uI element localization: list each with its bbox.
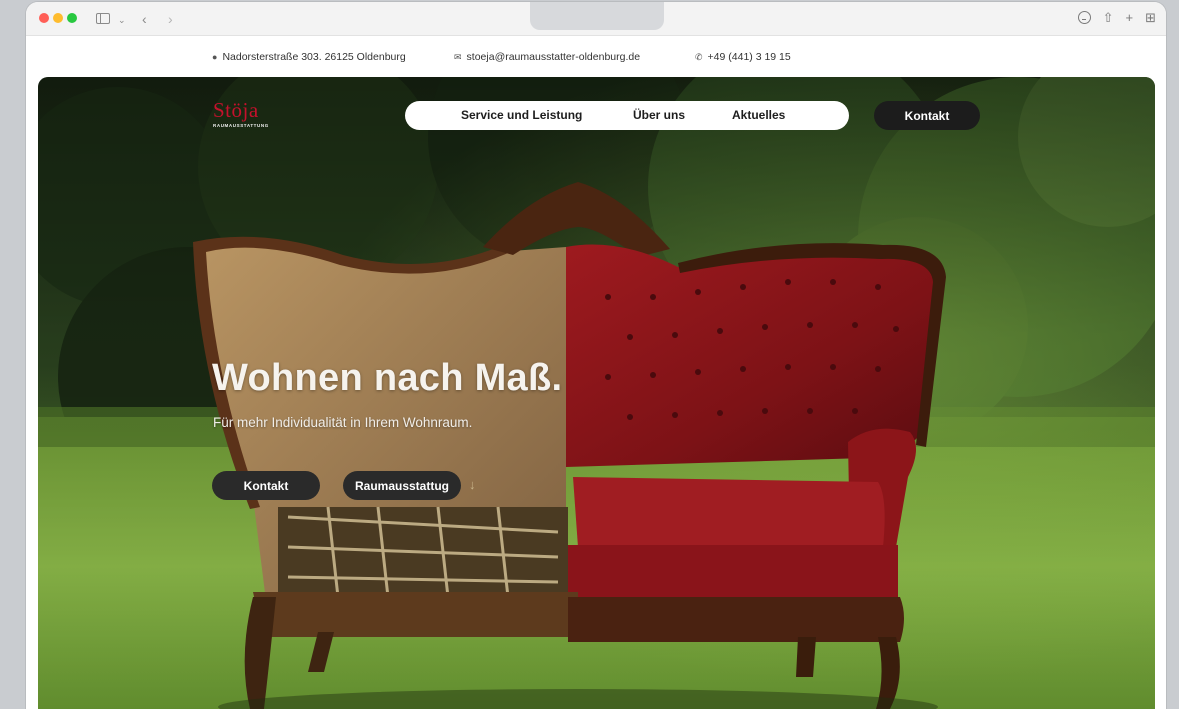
- hero-background-image: [38, 77, 1155, 709]
- back-icon[interactable]: ‹: [142, 10, 147, 28]
- logo-wordmark: Stöja: [213, 98, 259, 122]
- address-text: Nadorsterstraße 303. 26125 Oldenburg: [222, 51, 406, 63]
- browser-actions: ⇧ + ⊞: [1077, 9, 1156, 27]
- nav-item-aktuelles[interactable]: Aktuelles: [732, 108, 785, 122]
- mail-icon: ✉: [454, 51, 462, 62]
- maximize-window-button[interactable]: [67, 13, 77, 23]
- minimize-window-button[interactable]: [53, 13, 63, 23]
- address-tab[interactable]: [530, 2, 664, 30]
- hero-headline: Wohnen nach Maß.: [212, 357, 563, 399]
- forward-icon[interactable]: ›: [168, 10, 173, 28]
- hero-raumausstattung-button[interactable]: Raumausstattug: [343, 471, 461, 500]
- new-tab-icon[interactable]: +: [1126, 9, 1134, 27]
- sidebar-icon[interactable]: [96, 13, 110, 24]
- share-icon[interactable]: ⇧: [1103, 9, 1114, 27]
- hero-contact-button[interactable]: Kontakt: [212, 471, 320, 500]
- address-info: ● Nadorsterstraße 303. 26125 Oldenburg: [212, 51, 406, 63]
- hero-section: Stöja RAUMAUSSTATTUNG Service und Leistu…: [38, 77, 1155, 709]
- hero-subline: Für mehr Individualität in Ihrem Wohnrau…: [213, 415, 473, 430]
- phone-icon: ✆: [695, 51, 703, 62]
- download-icon[interactable]: [1077, 11, 1091, 24]
- phone-info[interactable]: ✆ +49 (441) 3 19 15: [695, 51, 791, 63]
- email-link[interactable]: stoeja@raumausstatter-oldenburg.de: [467, 51, 641, 63]
- location-pin-icon: ●: [212, 52, 218, 62]
- nav-item-ueber-uns[interactable]: Über uns: [633, 108, 685, 122]
- chevron-down-icon[interactable]: ⌄: [118, 11, 126, 29]
- email-info[interactable]: ✉ stoeja@raumausstatter-oldenburg.de: [454, 51, 640, 63]
- nav-item-service[interactable]: Service und Leistung: [461, 108, 582, 122]
- phone-link[interactable]: +49 (441) 3 19 15: [708, 51, 791, 63]
- tab-overview-icon[interactable]: ⊞: [1145, 9, 1156, 27]
- contact-infobar: ● Nadorsterstraße 303. 26125 Oldenburg ✉…: [26, 37, 1166, 77]
- header-contact-button[interactable]: Kontakt: [874, 101, 980, 130]
- logo-subtitle: RAUMAUSSTATTUNG: [213, 123, 269, 128]
- main-navigation: Service und Leistung Über uns Aktuelles: [405, 101, 849, 130]
- arrow-down-icon[interactable]: ↓: [469, 477, 476, 492]
- site-logo[interactable]: Stöja RAUMAUSSTATTUNG: [213, 98, 269, 129]
- close-window-button[interactable]: [39, 13, 49, 23]
- browser-window: ⌄ ‹ › ⇧ + ⊞ ● Nadorsterstraße 303. 26125…: [26, 2, 1166, 709]
- browser-titlebar: ⌄ ‹ › ⇧ + ⊞: [26, 2, 1166, 36]
